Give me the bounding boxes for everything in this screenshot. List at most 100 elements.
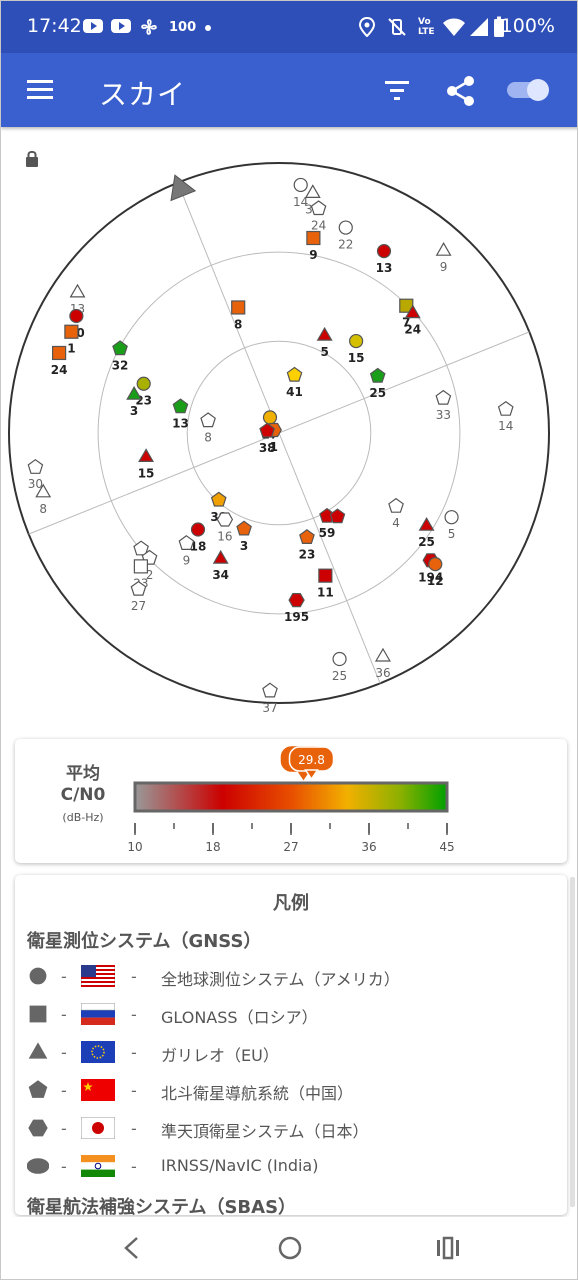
dot-icon — [205, 25, 211, 31]
hexagon-shape — [28, 1119, 48, 1137]
status-bar: 17:42 100 Vo LTE 100% — [1, 1, 577, 53]
legend-dash: - — [61, 967, 67, 986]
satellite-label: 24 — [404, 323, 421, 337]
pentagon-icon — [28, 1080, 48, 1098]
jp-flag-icon — [81, 1117, 115, 1139]
gnss-header: 衛星測位システム（GNSS） — [27, 931, 262, 952]
satellite-label: 13 — [172, 417, 189, 431]
legend-row: - - 北斗衛星導航系統（中国） — [27, 1077, 557, 1107]
ru-flag-icon — [81, 1003, 115, 1025]
satellite-label: 8 — [204, 430, 212, 444]
satellite-label: 195 — [284, 610, 309, 624]
legend-label: ガリレオ（EU） — [161, 1046, 279, 1065]
satellite-hexagon-icon — [216, 512, 234, 527]
satellite-label: 3 — [130, 404, 138, 418]
satellite-square-icon — [52, 345, 67, 361]
legend-dash: - — [61, 1119, 67, 1138]
satellite-label: 36 — [375, 666, 390, 680]
menu-icon[interactable] — [27, 79, 55, 101]
legend-row: - - 全地球測位システム（アメリカ） — [27, 963, 557, 993]
marker-b: 29.8 — [288, 746, 335, 781]
satellite-label: 16 — [217, 530, 232, 544]
cell-signal-icon — [470, 18, 488, 36]
hexagon-icon — [28, 1119, 48, 1137]
satellite-circle-icon — [262, 410, 278, 425]
circle-shape — [29, 967, 47, 985]
satellite-label: 9 — [309, 248, 317, 262]
satellite-label: 37 — [262, 701, 277, 715]
satellite-square-icon — [318, 568, 333, 583]
legend-dash: - — [131, 1081, 137, 1100]
satellite-label: 1 — [67, 342, 75, 356]
satellite-label: 23 — [299, 547, 316, 561]
legend-label: 準天頂衛星システム（日本） — [161, 1122, 369, 1141]
satellite-label: 38 — [259, 441, 276, 455]
legend-row: - - GLONASS（ロシア） — [27, 1001, 557, 1031]
navigation-bar — [1, 1217, 577, 1279]
toggle-switch[interactable] — [505, 75, 555, 105]
cn-flag-icon — [81, 1079, 115, 1101]
square-shape — [29, 1005, 47, 1023]
lock-icon[interactable] — [23, 149, 43, 169]
us-flag-icon — [81, 965, 115, 987]
satellite-label: 27 — [131, 599, 146, 613]
vibrate-off-icon — [388, 18, 406, 36]
scrollbar[interactable] — [570, 877, 575, 1207]
recents-icon[interactable] — [435, 1235, 461, 1261]
oval-icon — [27, 1158, 49, 1174]
back-icon[interactable] — [119, 1235, 143, 1261]
cn0-tick-label: 18 — [205, 840, 220, 854]
satellite-label: 24 — [311, 218, 326, 232]
satellite-square-icon — [133, 559, 148, 574]
status-time: 17:42 — [27, 15, 82, 37]
satellite-hexagon-icon — [288, 593, 305, 608]
legend-dash: - — [61, 1157, 67, 1176]
legend-dash: - — [61, 1043, 67, 1062]
satellite-label: 5 — [448, 527, 456, 541]
satellite-circle-icon — [338, 220, 353, 235]
satellite-circle-icon — [444, 510, 459, 525]
home-icon[interactable] — [277, 1235, 303, 1261]
satellite-square-icon — [64, 324, 79, 339]
legend-title: 凡例 — [273, 893, 309, 914]
eu-flag-icon — [81, 1041, 115, 1063]
satellite-label: 33 — [436, 408, 451, 422]
satellite-label: 8 — [234, 317, 242, 331]
filter-icon[interactable] — [385, 80, 411, 102]
sky-plot[interactable]: 1431242291397241310132248515412523313833… — [1, 131, 578, 731]
satellite-circle-icon — [349, 333, 364, 349]
oval-shape — [27, 1158, 49, 1174]
satellite-square-icon — [306, 230, 321, 246]
satellite-label: 5 — [320, 345, 328, 359]
cn0-tick-label: 27 — [283, 840, 298, 854]
cn0-tick-label: 36 — [361, 840, 376, 854]
square-icon — [29, 1005, 47, 1023]
legend-card: 凡例 衛星測位システム（GNSS） - - 全地球測位システム（アメリカ） - - GLO… — [15, 875, 567, 1215]
share-icon[interactable] — [445, 75, 477, 107]
battery-percent: 100% — [500, 15, 555, 37]
circle-icon — [29, 967, 47, 985]
cn0-card: 平均 C/N0 (dB-Hz) 101827364528.929.8 — [15, 739, 567, 863]
page-title: スカイ — [99, 78, 187, 111]
cn0-tick-label: 45 — [439, 840, 454, 854]
satellite-circle-icon — [376, 244, 392, 259]
triangle-icon — [28, 1042, 48, 1059]
legend-dash: - — [131, 967, 137, 986]
satellite-label: 59 — [319, 526, 336, 540]
location-icon — [359, 17, 375, 37]
satellite-label: 12 — [427, 574, 444, 588]
legend-dash: - — [131, 1043, 137, 1062]
satellite-label: 41 — [286, 385, 303, 399]
cn0-tick-label: 10 — [127, 840, 142, 854]
svg-text:29.8: 29.8 — [298, 753, 325, 767]
notification-count: 100 — [169, 20, 197, 35]
youtube-icon — [83, 19, 103, 33]
satellite-label: 25 — [332, 669, 347, 683]
satellite-label: 25 — [418, 535, 435, 549]
cn0-gauge: 101827364528.929.8 — [127, 746, 455, 854]
volte-label: Vo LTE — [418, 17, 435, 37]
satellite-label: 4 — [392, 516, 400, 530]
satellite-label: 15 — [138, 466, 155, 480]
satellite-label: 14 — [498, 419, 513, 433]
legend-dash: - — [131, 1119, 137, 1138]
